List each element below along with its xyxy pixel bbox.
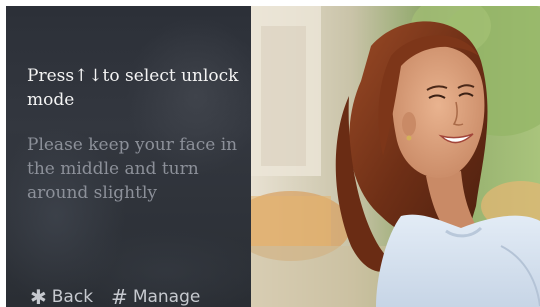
asterisk-icon: ✱: [30, 285, 47, 307]
back-label: Back: [51, 287, 94, 307]
camera-preview: [251, 6, 540, 307]
face-position-hint: Please keep your face in the middle and …: [27, 135, 238, 203]
camera-preview-image: [251, 6, 540, 307]
back-button[interactable]: ✱ Back: [30, 287, 93, 307]
instruction-panel: Press↑↓to select unlock mode Please keep…: [6, 6, 251, 307]
manage-label: Manage: [132, 287, 201, 307]
face-unlock-screen: Press↑↓to select unlock mode Please keep…: [0, 0, 540, 307]
footer-actions: ✱ Back # Manage: [30, 287, 218, 307]
unlock-mode-instruction: Press↑↓to select unlock mode: [27, 66, 239, 110]
hash-icon: #: [111, 285, 128, 307]
manage-button[interactable]: # Manage: [111, 287, 200, 307]
